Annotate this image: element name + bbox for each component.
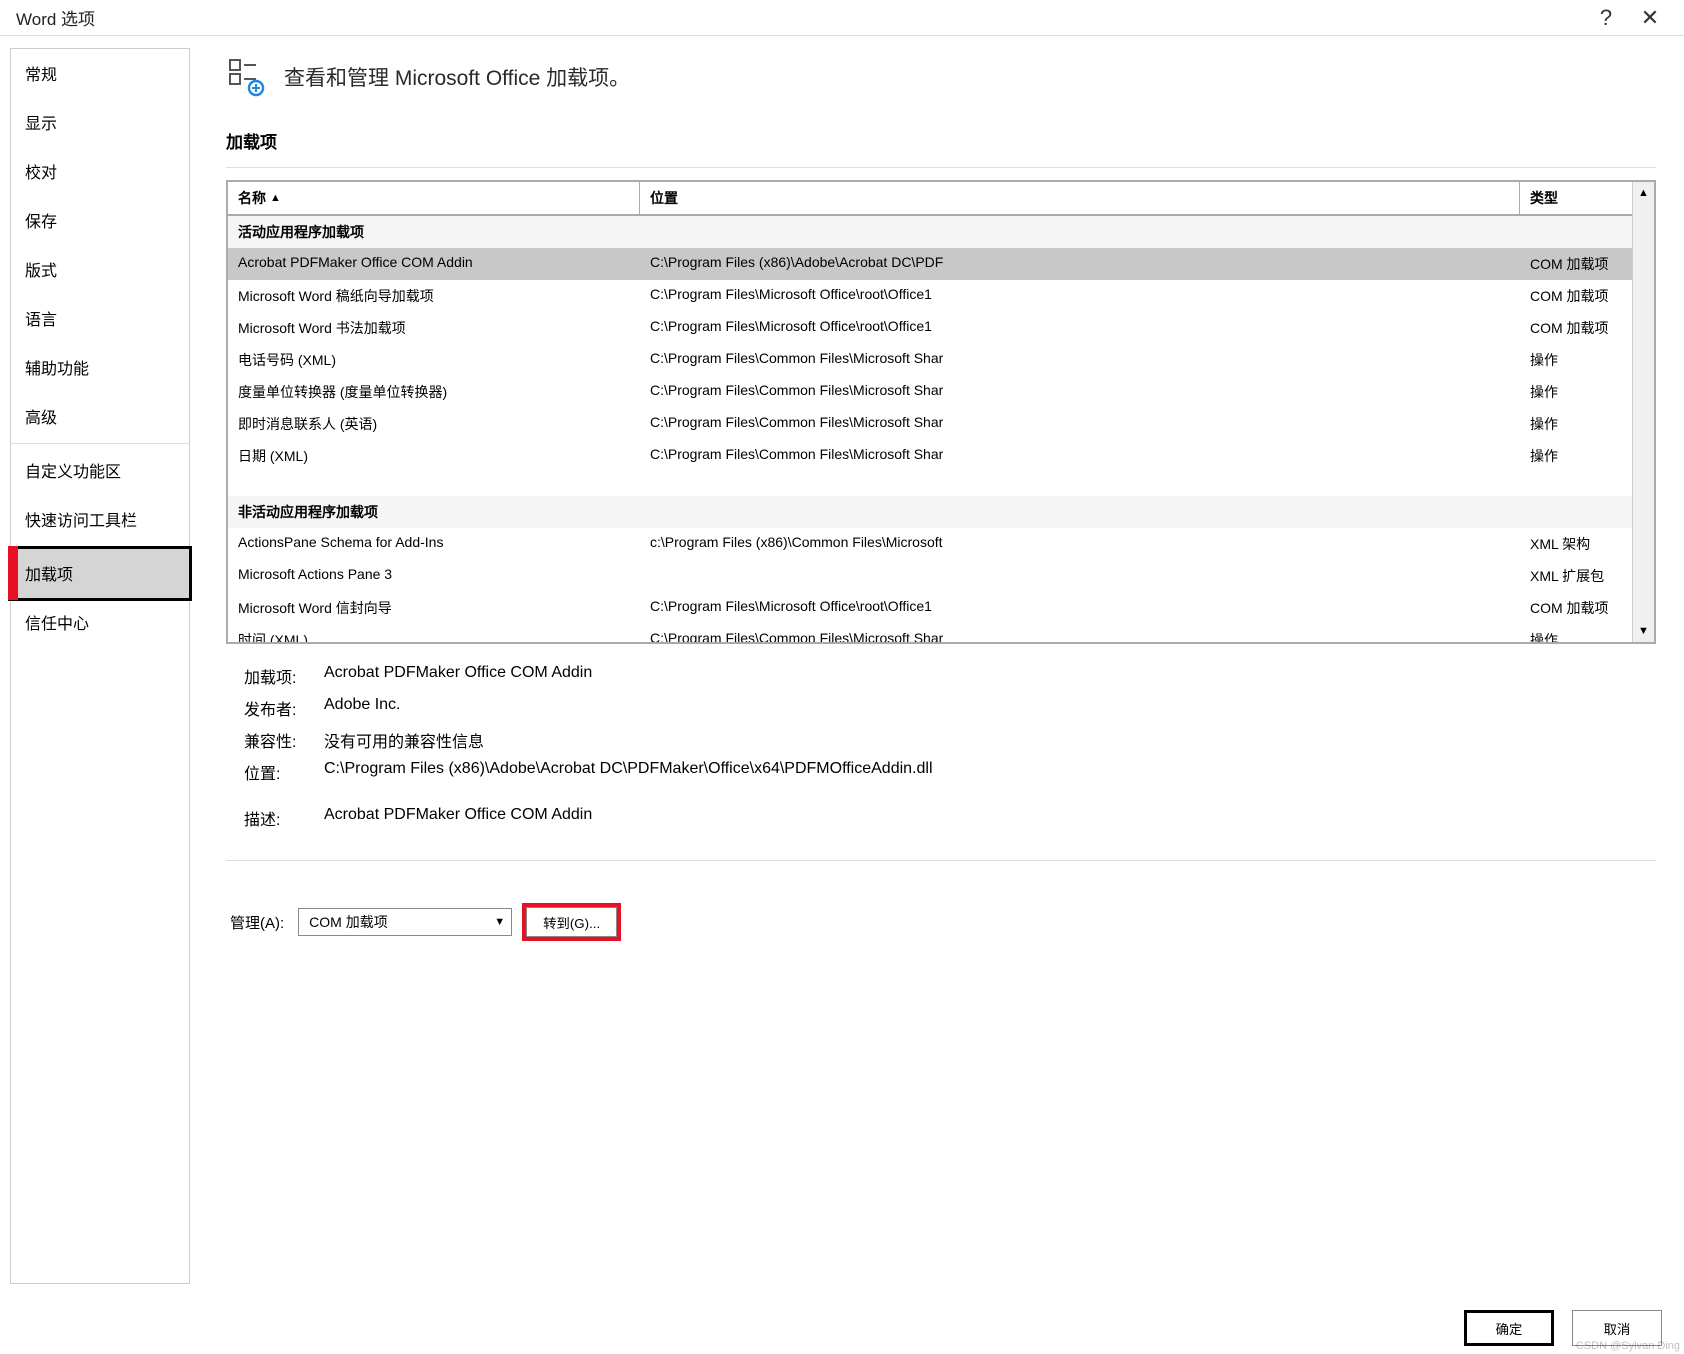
sidebar-item-general[interactable]: 常规 <box>11 49 189 98</box>
addins-icon <box>226 56 268 98</box>
sidebar-item-layout[interactable]: 版式 <box>11 245 189 294</box>
manage-row: 管理(A): COM 加载项 ▼ 转到(G)... <box>226 860 1656 937</box>
cell-name: Microsoft Actions Pane 3 <box>228 564 640 588</box>
cell-location: c:\Program Files (x86)\Common Files\Micr… <box>640 532 1520 556</box>
table-row[interactable]: Microsoft Word 稿纸向导加载项C:\Program Files\M… <box>228 280 1632 312</box>
table-row[interactable]: ActionsPane Schema for Add-Insc:\Program… <box>228 528 1632 560</box>
cell-type: 操作 <box>1520 444 1632 468</box>
cell-location: C:\Program Files\Microsoft Office\root\O… <box>640 596 1520 620</box>
cell-name: 时间 (XML) <box>228 628 640 642</box>
table-row[interactable]: 电话号码 (XML)C:\Program Files\Common Files\… <box>228 344 1632 376</box>
addins-table: 名称▲ 位置 类型 活动应用程序加载项 Acrobat PDFMaker Off… <box>226 180 1656 644</box>
column-header-type[interactable]: 类型 <box>1520 182 1632 214</box>
cell-type: 操作 <box>1520 348 1632 372</box>
sidebar-item-trust-center[interactable]: 信任中心 <box>11 598 189 647</box>
titlebar: Word 选项 ? ✕ <box>0 0 1684 36</box>
detail-label-compat: 兼容性: <box>244 728 324 752</box>
manage-dropdown[interactable]: COM 加载项 ▼ <box>298 908 512 936</box>
cell-name: Acrobat PDFMaker Office COM Addin <box>228 252 640 276</box>
group-active-addins: 活动应用程序加载项 <box>228 216 1632 248</box>
sidebar-item-advanced[interactable]: 高级 <box>11 392 189 441</box>
detail-label-desc: 描述: <box>244 806 324 830</box>
word-options-dialog: Word 选项 ? ✕ 常规 显示 校对 保存 版式 语言 辅助功能 高级 自定… <box>0 0 1684 1354</box>
cell-name: Microsoft Word 稿纸向导加载项 <box>228 284 640 308</box>
category-sidebar: 常规 显示 校对 保存 版式 语言 辅助功能 高级 自定义功能区 快速访问工具栏… <box>10 48 190 1284</box>
detail-label-addin: 加载项: <box>244 664 324 688</box>
sidebar-item-customize-ribbon[interactable]: 自定义功能区 <box>11 446 189 495</box>
sidebar-item-accessibility[interactable]: 辅助功能 <box>11 343 189 392</box>
detail-label-location: 位置: <box>244 760 324 784</box>
table-scrollbar[interactable]: ▲ ▼ <box>1632 182 1654 642</box>
detail-label-publisher: 发布者: <box>244 696 324 720</box>
table-row[interactable]: 度量单位转换器 (度量单位转换器)C:\Program Files\Common… <box>228 376 1632 408</box>
detail-value-location: C:\Program Files (x86)\Adobe\Acrobat DC\… <box>324 760 1656 784</box>
cell-location: C:\Program Files (x86)\Adobe\Acrobat DC\… <box>640 252 1520 276</box>
table-row[interactable]: 日期 (XML)C:\Program Files\Common Files\Mi… <box>228 440 1632 472</box>
chevron-down-icon: ▼ <box>494 916 505 928</box>
page-header-text: 查看和管理 Microsoft Office 加载项。 <box>284 62 630 92</box>
detail-value-compat: 没有可用的兼容性信息 <box>324 728 1656 752</box>
sort-ascending-icon: ▲ <box>270 192 281 204</box>
detail-value-publisher: Adobe Inc. <box>324 696 1656 720</box>
page-header: 查看和管理 Microsoft Office 加载项。 <box>226 56 1656 118</box>
cell-location: C:\Program Files\Common Files\Microsoft … <box>640 628 1520 642</box>
cell-name: Microsoft Word 信封向导 <box>228 596 640 620</box>
main-panel: 查看和管理 Microsoft Office 加载项。 加载项 名称▲ 位置 类… <box>190 36 1684 1284</box>
table-row[interactable]: Acrobat PDFMaker Office COM AddinC:\Prog… <box>228 248 1632 280</box>
cell-name: 电话号码 (XML) <box>228 348 640 372</box>
table-row[interactable]: 即时消息联系人 (英语)C:\Program Files\Common File… <box>228 408 1632 440</box>
cell-location: C:\Program Files\Common Files\Microsoft … <box>640 412 1520 436</box>
ok-button[interactable]: 确定 <box>1464 1310 1554 1346</box>
table-row[interactable]: Microsoft Word 信封向导C:\Program Files\Micr… <box>228 592 1632 624</box>
manage-label: 管理(A): <box>230 912 284 933</box>
sidebar-item-save[interactable]: 保存 <box>11 196 189 245</box>
sidebar-item-display[interactable]: 显示 <box>11 98 189 147</box>
cell-location: C:\Program Files\Microsoft Office\root\O… <box>640 284 1520 308</box>
cell-name: Microsoft Word 书法加载项 <box>228 316 640 340</box>
cell-type: COM 加载项 <box>1520 316 1632 340</box>
cell-type: 操作 <box>1520 412 1632 436</box>
addin-details: 加载项:Acrobat PDFMaker Office COM Addin 发布… <box>226 644 1656 834</box>
cell-location: C:\Program Files\Common Files\Microsoft … <box>640 348 1520 372</box>
table-row[interactable]: Microsoft Actions Pane 3 XML 扩展包 <box>228 560 1632 592</box>
close-button[interactable]: ✕ <box>1628 5 1672 31</box>
table-row[interactable]: Microsoft Word 书法加载项C:\Program Files\Mic… <box>228 312 1632 344</box>
table-row[interactable]: 时间 (XML)C:\Program Files\Common Files\Mi… <box>228 624 1632 642</box>
cell-location: C:\Program Files\Common Files\Microsoft … <box>640 444 1520 468</box>
watermark: CSDN @Sylvan Ding <box>1576 1340 1680 1352</box>
table-header: 名称▲ 位置 类型 <box>228 182 1632 216</box>
group-inactive-addins: 非活动应用程序加载项 <box>228 496 1632 528</box>
help-button[interactable]: ? <box>1584 5 1628 31</box>
manage-dropdown-value: COM 加载项 <box>309 912 388 932</box>
detail-value-desc: Acrobat PDFMaker Office COM Addin <box>324 806 1656 830</box>
window-title: Word 选项 <box>12 5 95 30</box>
cell-location: C:\Program Files\Microsoft Office\root\O… <box>640 316 1520 340</box>
cell-type: XML 扩展包 <box>1520 564 1632 588</box>
goto-button[interactable]: 转到(G)... <box>526 907 617 937</box>
cell-name: ActionsPane Schema for Add-Ins <box>228 532 640 556</box>
cell-type: COM 加载项 <box>1520 252 1632 276</box>
detail-value-addin: Acrobat PDFMaker Office COM Addin <box>324 664 1656 688</box>
sidebar-item-quick-access[interactable]: 快速访问工具栏 <box>11 495 189 544</box>
cell-name: 即时消息联系人 (英语) <box>228 412 640 436</box>
cell-type: 操作 <box>1520 380 1632 404</box>
cell-type: XML 架构 <box>1520 532 1632 556</box>
cell-name: 日期 (XML) <box>228 444 640 468</box>
column-header-name[interactable]: 名称▲ <box>228 182 640 214</box>
sidebar-item-addins[interactable]: 加载项 <box>11 549 189 598</box>
section-title: 加载项 <box>226 118 1656 168</box>
cell-type: COM 加载项 <box>1520 284 1632 308</box>
cell-name: 度量单位转换器 (度量单位转换器) <box>228 380 640 404</box>
column-header-location[interactable]: 位置 <box>640 182 1520 214</box>
cell-location <box>640 564 1520 588</box>
scroll-up-button[interactable]: ▲ <box>1633 182 1654 204</box>
sidebar-item-proofing[interactable]: 校对 <box>11 147 189 196</box>
sidebar-item-language[interactable]: 语言 <box>11 294 189 343</box>
scroll-down-button[interactable]: ▼ <box>1633 620 1654 642</box>
cell-location: C:\Program Files\Common Files\Microsoft … <box>640 380 1520 404</box>
cell-type: 操作 <box>1520 628 1632 642</box>
cell-type: COM 加载项 <box>1520 596 1632 620</box>
